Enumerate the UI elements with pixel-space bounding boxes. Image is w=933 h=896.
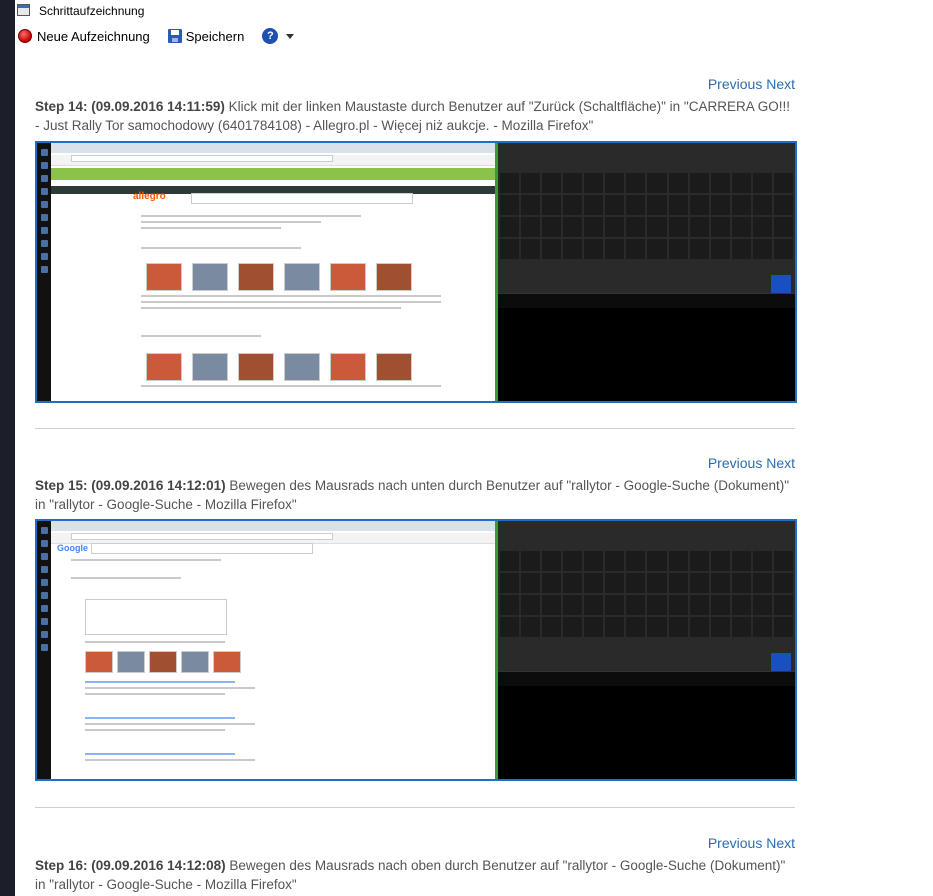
save-button[interactable]: Speichern (167, 28, 245, 44)
previous-link[interactable]: Previous (708, 455, 766, 471)
help-button[interactable]: ? (262, 28, 295, 44)
onscreen-keyboard-thumbnail (498, 521, 795, 676)
step-nav: Previous Next (708, 835, 795, 851)
desktop-sidebar (37, 143, 51, 401)
new-recording-label: Neue Aufzeichnung (37, 28, 150, 44)
app-icon (17, 4, 30, 16)
allegro-logo: allegro (133, 191, 166, 202)
window-title: Schrittaufzeichnung (39, 4, 145, 18)
taskbar-thumbnail (498, 671, 795, 686)
chevron-down-icon (286, 33, 295, 39)
toolbar: Neue Aufzeichnung Speichern ? (15, 22, 933, 50)
desktop-sidebar (37, 521, 51, 779)
save-label: Speichern (185, 28, 245, 44)
step-nav: Previous Next (708, 76, 795, 92)
steps-recorder-window: Schrittaufzeichnung Neue Aufzeichnung Sp… (15, 0, 933, 896)
browser-window-thumbnail: allegro (51, 143, 498, 401)
step-text: Step 16: (09.09.2016 14:12:08) Bewegen d… (35, 856, 795, 894)
google-logo: Google (57, 543, 88, 553)
step-text: Step 15: (09.09.2016 14:12:01) Bewegen d… (35, 476, 795, 514)
taskbar-thumbnail (498, 293, 795, 308)
next-link[interactable]: Next (766, 835, 795, 851)
record-icon (18, 29, 32, 43)
floppy-disk-icon (167, 29, 182, 43)
help-icon: ? (262, 28, 279, 44)
browser-window-thumbnail: Google (51, 521, 498, 779)
previous-link[interactable]: Previous (708, 76, 766, 92)
title-bar: Schrittaufzeichnung (15, 0, 933, 22)
divider (35, 807, 795, 808)
previous-link[interactable]: Previous (708, 835, 766, 851)
step-header: Step 15: (09.09.2016 14:12:01) (35, 478, 226, 493)
divider (35, 428, 795, 429)
step-text: Step 14: (09.09.2016 14:11:59) Klick mit… (35, 97, 795, 135)
step-header: Step 14: (09.09.2016 14:11:59) (35, 99, 225, 114)
step-header: Step 16: (09.09.2016 14:12:08) (35, 858, 226, 873)
onscreen-keyboard-thumbnail (498, 143, 795, 298)
next-link[interactable]: Next (766, 76, 795, 92)
step-screenshot[interactable]: Google (35, 519, 797, 781)
step-screenshot[interactable]: allegro (35, 141, 797, 403)
step-nav: Previous Next (708, 455, 795, 471)
next-link[interactable]: Next (766, 455, 795, 471)
steps-content[interactable]: Previous Next Step 14: (09.09.2016 14:11… (15, 50, 933, 896)
new-recording-button[interactable]: Neue Aufzeichnung (18, 29, 150, 44)
